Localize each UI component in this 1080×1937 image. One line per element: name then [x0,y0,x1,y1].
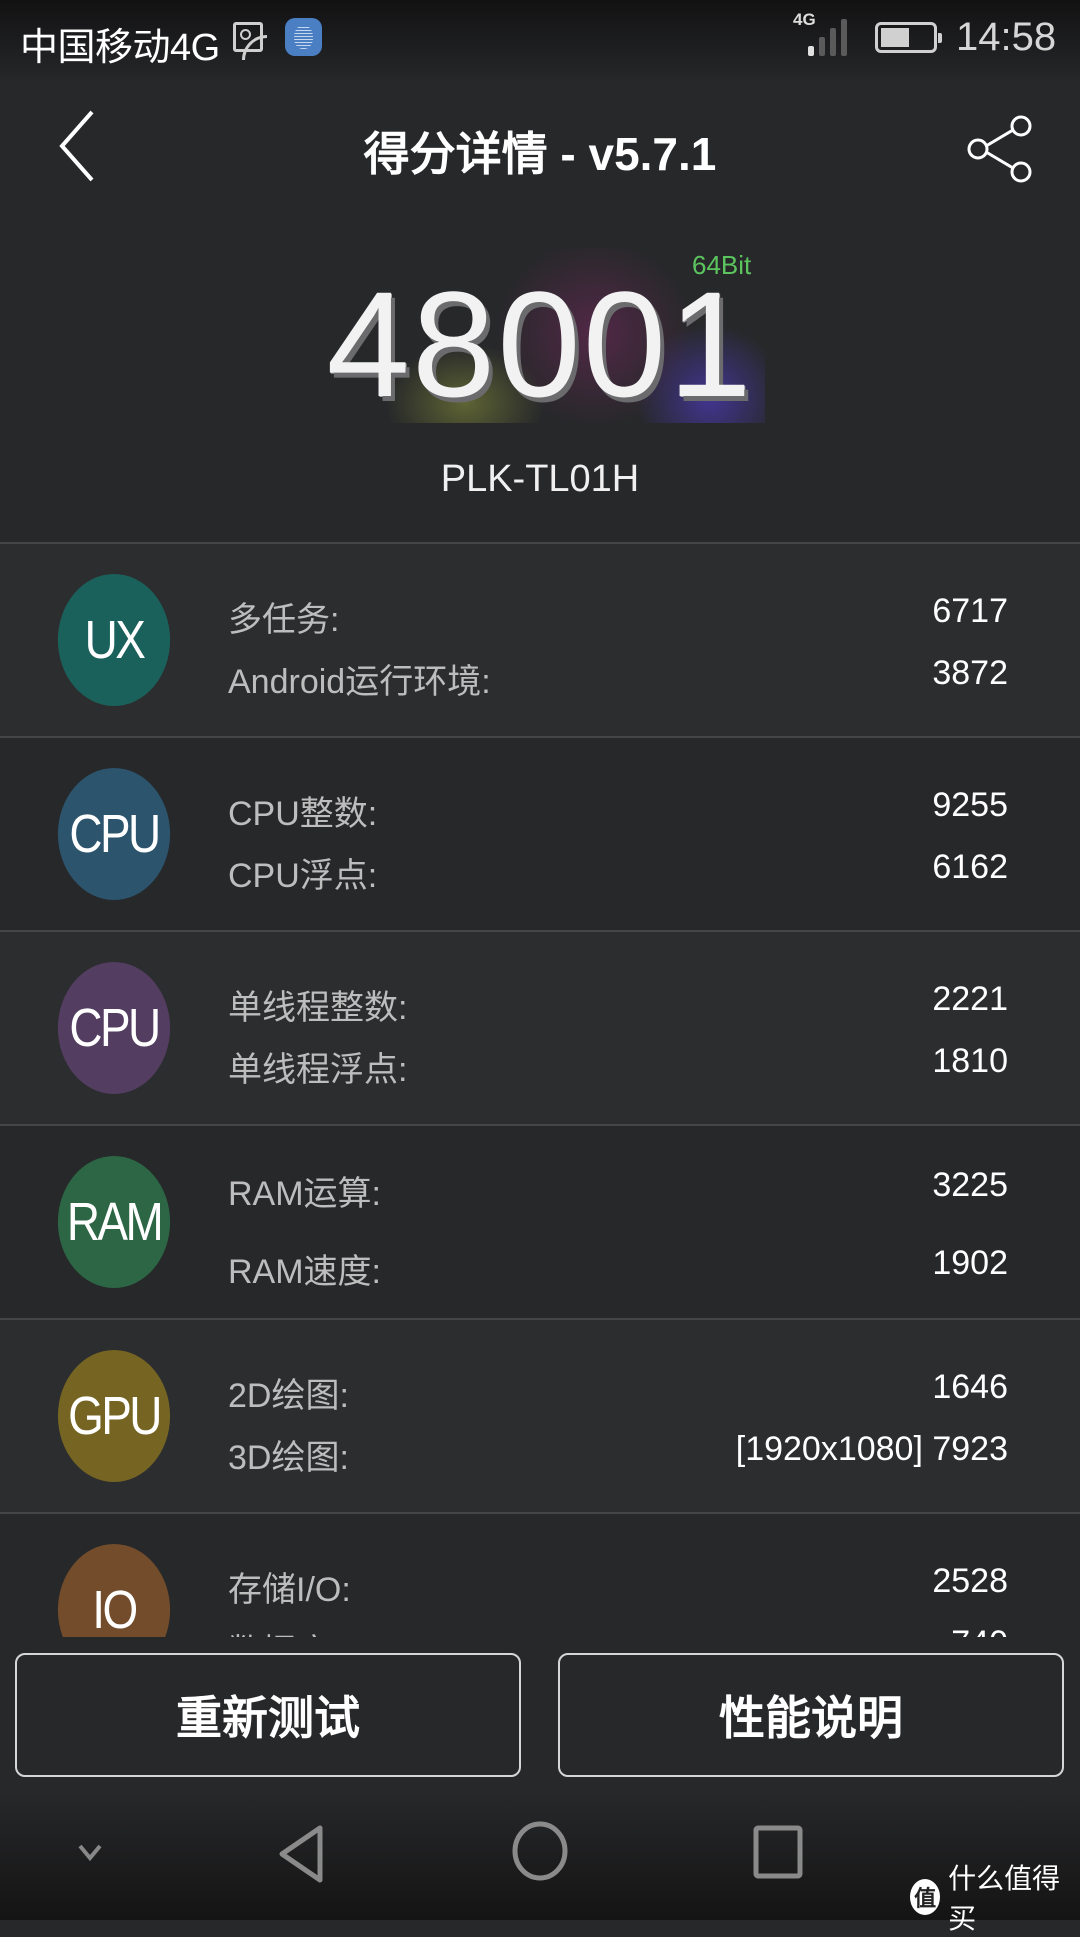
metric-label: 数据库I/O: [228,1624,385,1637]
nav-back-button[interactable] [272,1822,332,1891]
status-bar: 中国移动4G 4G 14:58 [0,0,1080,78]
metric-label: RAM速度: [228,1253,381,1291]
metric-label: 多任务: [228,601,340,639]
category-badge: UX [57,574,171,706]
score-section: 48001 64Bit PLK-TL01H [0,218,1080,542]
metric-label: Android运行环境: [228,663,491,701]
performance-info-button[interactable]: 性能说明 [558,1653,1064,1777]
category-row-cpu[interactable]: CPU 单线程整数: 2221 单线程浮点: 1810 [0,930,1080,1124]
recents-square-icon [753,1825,803,1879]
watermark-logo-icon: 值 [910,1879,941,1915]
metric-value: 9255 [932,786,1008,824]
metric-value: 3225 [932,1166,1008,1204]
nav-collapse-button[interactable] [72,1840,108,1869]
category-badge: CPU [57,962,171,1094]
battery-level-fill [881,28,909,47]
metric-label: 单线程整数: [228,989,408,1027]
retest-button[interactable]: 重新测试 [15,1653,521,1777]
metric-value: 1810 [932,1042,1008,1080]
metric-value: 2221 [932,980,1008,1018]
device-model: PLK-TL01H [440,458,640,500]
metric-label: CPU浮点: [228,857,378,895]
chevron-down-icon [78,1844,102,1862]
home-circle-icon [512,1821,568,1881]
score-breakdown-list[interactable]: UX 多任务: 6717 Android运行环境: 3872 CPU CPU整数: 9255 C… [0,542,1080,1637]
metric-value: 1646 [932,1368,1008,1406]
share-icon [967,115,1032,183]
metric-value: 2528 [932,1562,1008,1600]
category-row-cpu[interactable]: CPU CPU整数: 9255 CPU浮点: 6162 [0,736,1080,930]
page-title: 得分详情 - v5.7.1 [363,128,717,180]
image-notification-icon [233,22,267,60]
category-row-ux[interactable]: UX 多任务: 6717 Android运行环境: 3872 [0,542,1080,736]
category-badge: RAM [57,1156,171,1288]
signal-bar [808,46,814,56]
nav-home-button[interactable] [510,1820,570,1887]
clock: 14:58 [956,15,1057,59]
metric-value: 1902 [932,1244,1008,1282]
category-row-ram[interactable]: RAM RAM运算: 3225 RAM速度: 1902 [0,1124,1080,1318]
signal-bar [841,19,847,56]
metric-label: 存储I/O: [228,1571,351,1609]
category-row-io[interactable]: IO 存储I/O: 2528 数据库I/O: 740 [0,1512,1080,1637]
metric-label: RAM运算: [228,1175,381,1213]
bit-badge: 64Bit [692,250,752,280]
watermark: 值 什么值得买 [910,1863,1080,1934]
metric-value: 3872 [932,654,1008,692]
battery-icon [875,22,942,53]
metric-label: 3D绘图: [228,1439,349,1477]
category-badge: GPU [57,1350,171,1482]
metric-value: 740 [951,1624,1008,1637]
metric-value: 6162 [932,848,1008,886]
carrier-label: 中国移动4G [20,27,220,69]
metric-label: CPU整数: [228,795,378,833]
signal-bar [830,28,836,56]
metric-value: [1920x1080] 7923 [735,1430,1008,1468]
signal-bar [819,37,825,56]
signal-strength-icon [808,19,850,56]
app-bar: 得分详情 - v5.7.1 [0,78,1080,218]
back-triangle-icon [279,1825,323,1883]
share-button[interactable] [965,114,1035,184]
watermark-text: 什么值得买 [948,1863,1061,1934]
nav-recents-button[interactable] [752,1824,806,1885]
category-badge: IO [57,1544,171,1637]
fingerprint-notification-icon [285,18,322,56]
metric-label: 2D绘图: [228,1377,349,1415]
category-badge: CPU [57,768,171,900]
category-row-gpu[interactable]: GPU 2D绘图: 1646 3D绘图: [1920x1080] 7923 [0,1318,1080,1512]
metric-label: 单线程浮点: [228,1051,408,1089]
total-score: 48001 [326,260,754,428]
metric-value: 6717 [932,592,1008,630]
